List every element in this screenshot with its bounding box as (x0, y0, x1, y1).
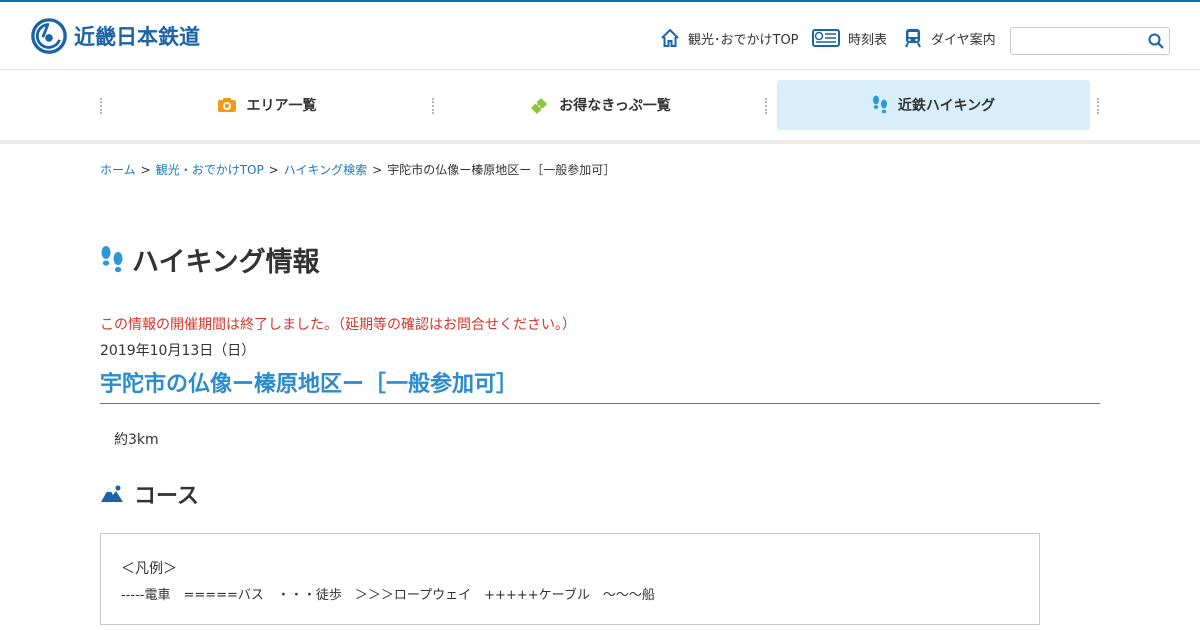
footprints-icon (101, 245, 123, 272)
nav-kintetsu-hiking-label: 近鉄ハイキング (897, 98, 996, 114)
train-icon (905, 29, 921, 48)
title-divider (100, 403, 1100, 404)
camera-icon (217, 98, 236, 112)
breadcrumb: ホーム > 観光・おでかけTOP > ハイキング検索 > 宇陀市の仏像ー榛原地区ー［一般参加… (100, 161, 615, 178)
main-nav: エリア一覧 お得なきっぷ一覧 近鉄ハイキング (100, 80, 1100, 144)
breadcrumb-separator: > (268, 163, 279, 177)
course-distance: 約3km (114, 432, 159, 448)
ticket-icon (531, 98, 548, 114)
footprints-icon (872, 95, 887, 114)
timetable-label: 時刻表 (848, 32, 888, 48)
nav-divider (1097, 98, 1099, 114)
kintetsu-logo-icon (31, 18, 67, 54)
nav-kintetsu-hiking[interactable]: 近鉄ハイキング (777, 80, 1090, 130)
legend-line: -----電車 =====バス ・・・徒歩 ＞＞＞ロープウェイ +++++ケーブ… (121, 588, 655, 603)
breadcrumb-separator: > (372, 163, 383, 177)
train-guide-label: ダイヤ案内 (931, 32, 996, 48)
train-guide-link[interactable]: ダイヤ案内 (903, 28, 996, 48)
breadcrumb-sightseeing-top[interactable]: 観光・おでかけTOP (156, 163, 264, 177)
page-heading: ハイキング情報 (100, 240, 320, 279)
breadcrumb-hiking-search[interactable]: ハイキング検索 (284, 163, 367, 177)
search-icon[interactable] (1148, 33, 1164, 49)
site-header: 近畿日本鉄道 観光･おでかけTOP 時刻表 ダイヤ案内 (0, 2, 1200, 70)
brand-name: 近畿日本鉄道 (74, 25, 200, 49)
event-ended-notice: この情報の開催期間は終了しました。（延期等の確認はお問合せください。） (100, 317, 576, 333)
home-icon (661, 28, 679, 47)
nav-shadow (0, 140, 1200, 144)
breadcrumb-separator: > (140, 163, 151, 177)
nav-area-list[interactable]: エリア一覧 (100, 80, 433, 130)
event-date: 2019年10月13日（日） (100, 343, 256, 359)
breadcrumb-home[interactable]: ホーム (100, 163, 136, 177)
timetable-link[interactable]: 時刻表 (812, 28, 887, 48)
breadcrumb-current: 宇陀市の仏像ー榛原地区ー［一般参加可］ (387, 163, 616, 177)
site-logo[interactable]: 近畿日本鉄道 (30, 17, 200, 55)
nav-area-list-label: エリア一覧 (246, 98, 317, 114)
nav-divider (765, 98, 767, 114)
legend-title: ＜凡例＞ (121, 561, 177, 577)
page-title: ハイキング情報 (132, 247, 320, 278)
sightseeing-top-label: 観光･おでかけTOP (688, 32, 799, 48)
mountain-icon (101, 485, 123, 502)
course-legend-box: ＜凡例＞ -----電車 =====バス ・・・徒歩 ＞＞＞ロープウェイ +++… (100, 533, 1040, 625)
nav-ticket-list-label: お得なきっぷ一覧 (559, 98, 671, 114)
search-box (1010, 27, 1170, 55)
course-heading: コース (100, 478, 199, 510)
sightseeing-top-link[interactable]: 観光･おでかけTOP (660, 28, 799, 48)
search-input[interactable] (1011, 28, 1141, 54)
course-title: コース (134, 484, 199, 509)
timetable-icon (812, 29, 840, 47)
nav-ticket-list[interactable]: お得なきっぷ一覧 (433, 80, 767, 130)
event-title: 宇陀市の仏像ー榛原地区ー［一般参加可］ (100, 372, 519, 397)
